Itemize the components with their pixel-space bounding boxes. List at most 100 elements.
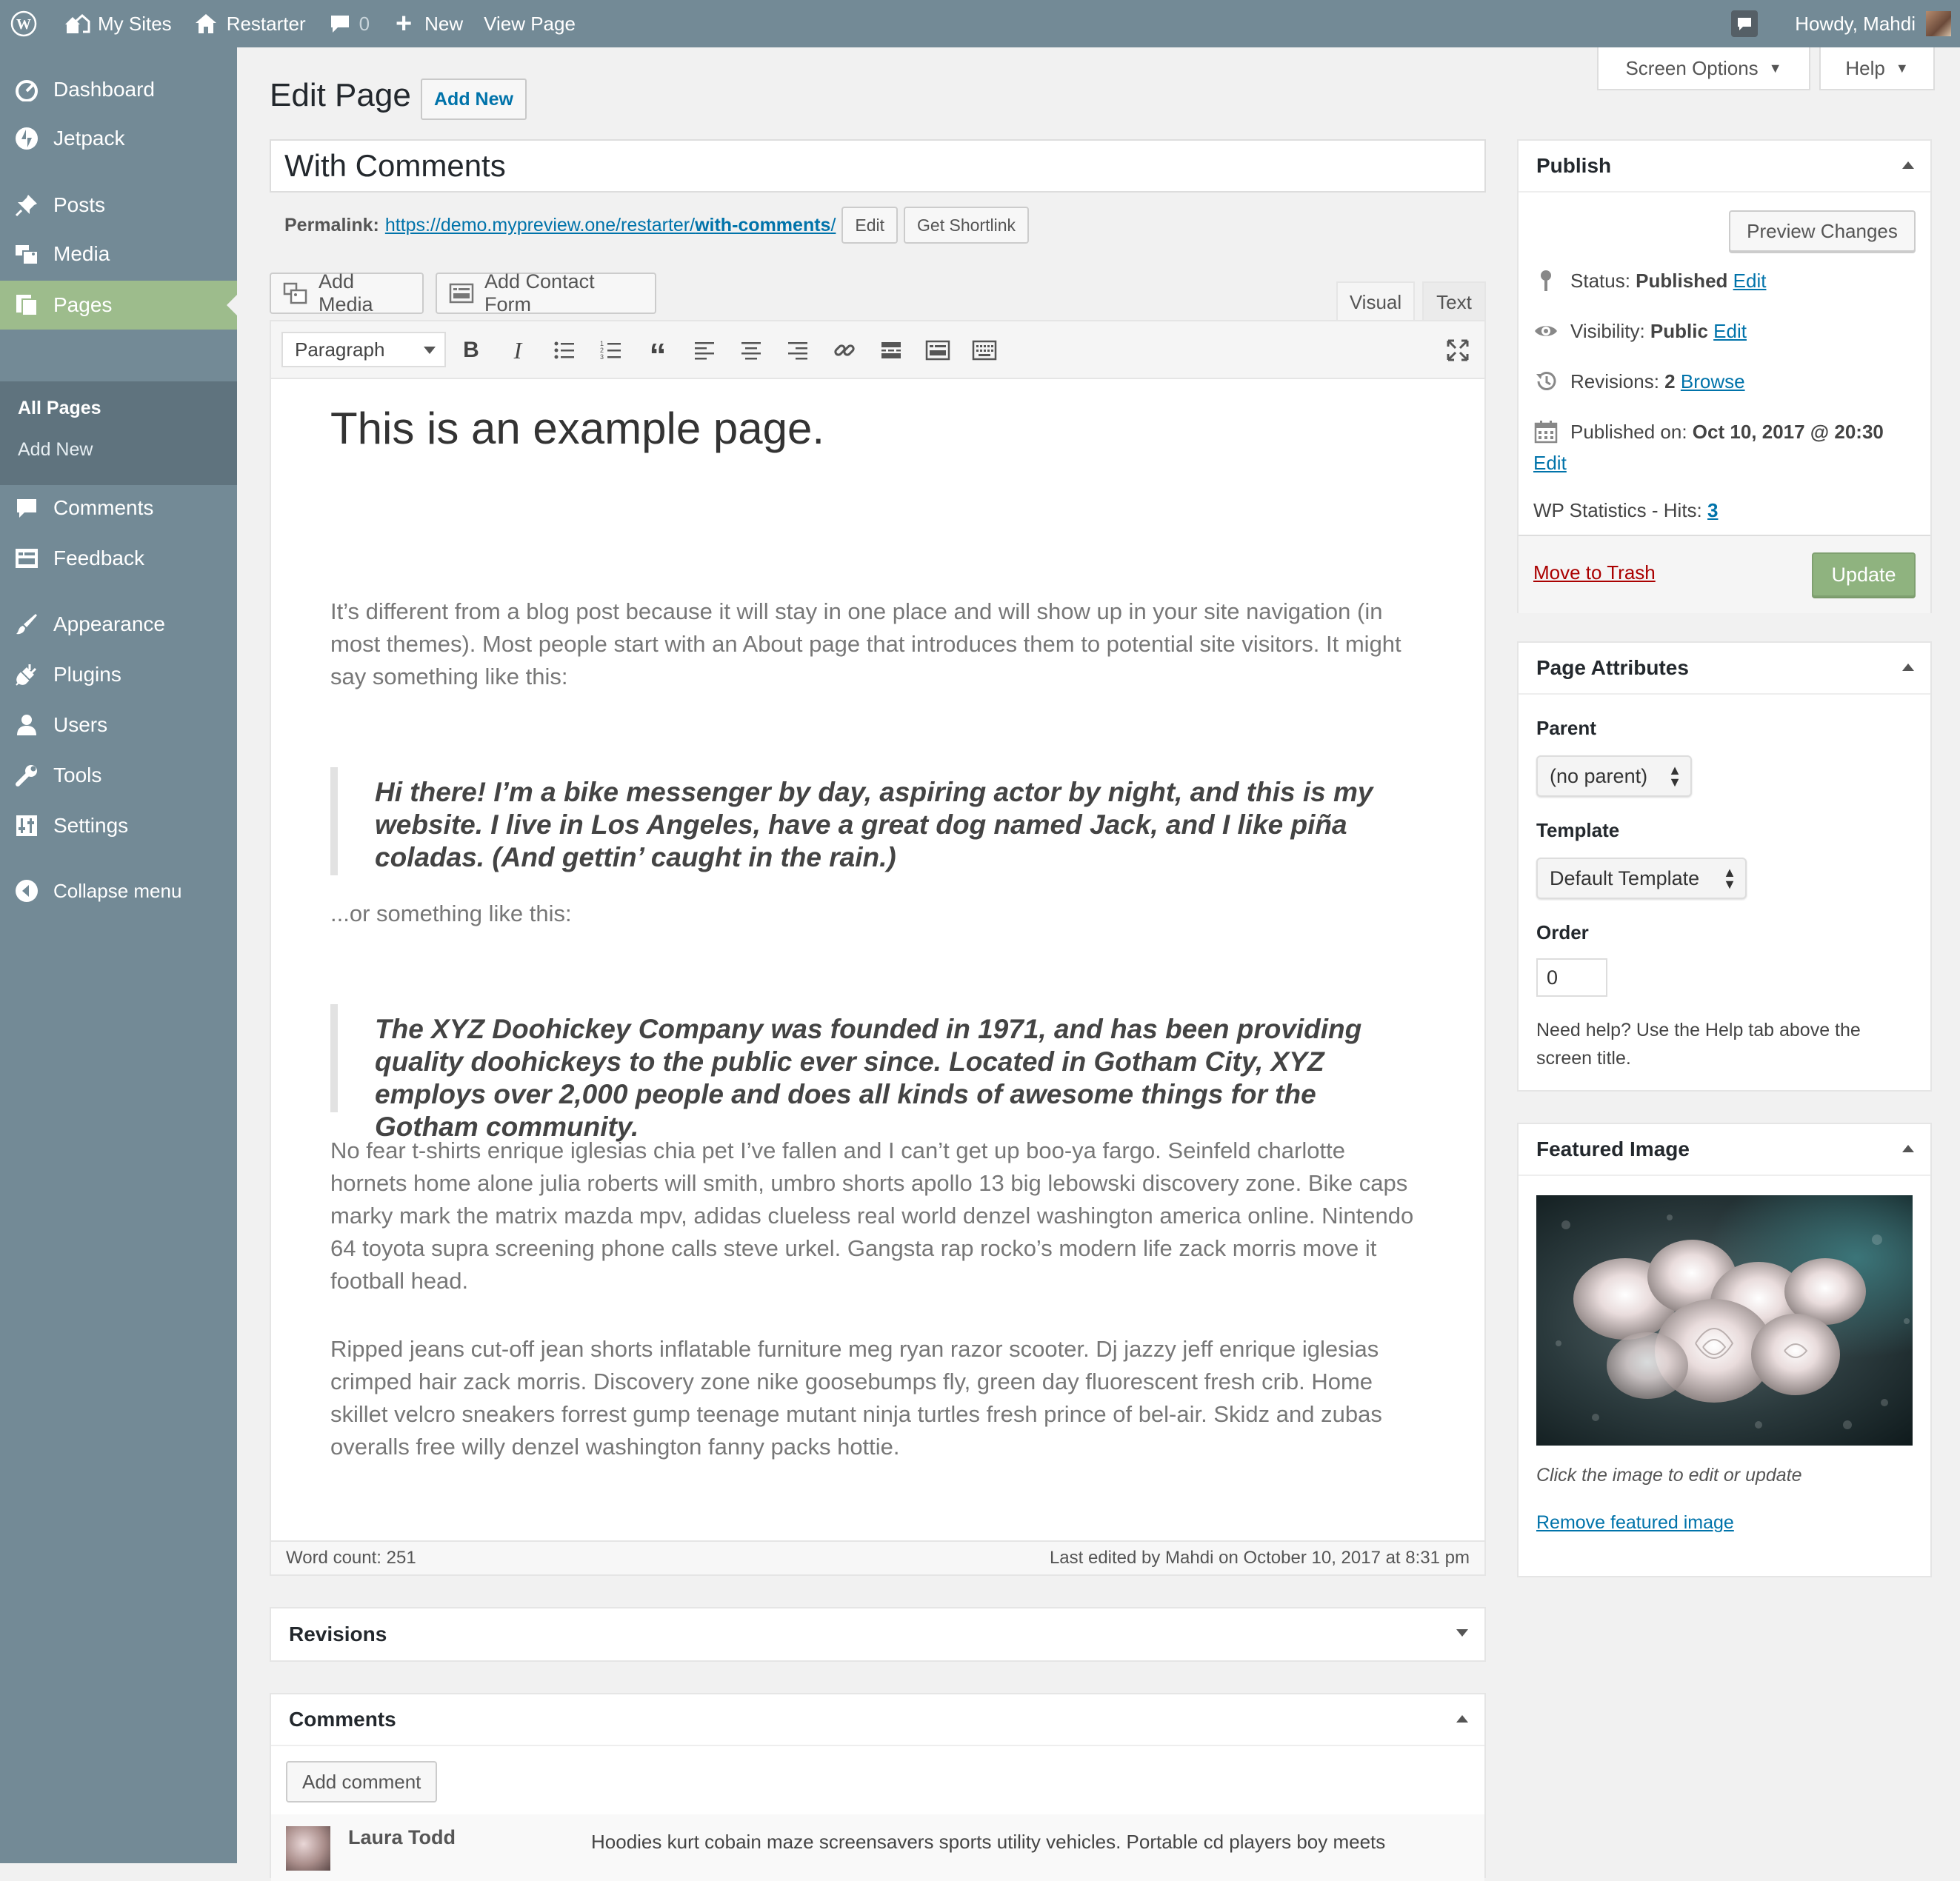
parent-label: Parent [1536,717,1596,739]
major-publishing-actions: Move to Trash Update [1519,535,1930,613]
comments-menu[interactable]: 0 [316,0,380,47]
toolbar-toggle-button[interactable] [970,335,999,365]
site-name-menu[interactable]: Restarter [182,0,316,47]
toggle-up-icon[interactable] [1902,664,1914,671]
menu-item-dashboard[interactable]: Dashboard [0,65,237,114]
form-icon [925,340,950,361]
my-account-menu[interactable]: Howdy, Mahdi [1784,0,1960,47]
collapse-menu-button[interactable]: Collapse menu [0,866,237,915]
menu-item-jetpack[interactable]: Jetpack [0,114,237,163]
revisions-label: Revisions: [1570,370,1659,392]
numbered-list-button[interactable]: 123 [596,335,626,365]
get-shortlink-button[interactable]: Get Shortlink [904,207,1029,244]
toggle-up-icon[interactable] [1902,1145,1914,1152]
revisions-box-header[interactable]: Revisions [271,1608,1484,1660]
move-to-trash-link[interactable]: Move to Trash [1533,561,1656,584]
visibility-row: Visibility: Public Edit [1533,318,1747,344]
add-media-button[interactable]: Add Media [270,270,424,315]
status-label: Status: [1570,269,1630,292]
visibility-label: Visibility: [1570,319,1645,342]
template-label: Template [1536,819,1620,841]
edit-slug-button[interactable]: Edit [841,207,899,244]
update-button[interactable]: Update [1812,552,1916,597]
published-on-label: Published on: [1570,420,1687,443]
notifications-button[interactable] [1721,0,1784,47]
help-button[interactable]: Help ▼ [1819,47,1935,90]
italic-icon: I [513,336,522,364]
wordpress-logo[interactable]: W [0,0,53,47]
insert-link-button[interactable] [830,335,859,365]
menu-item-users[interactable]: Users [0,701,237,749]
my-sites-menu[interactable]: My Sites [53,0,182,47]
screen-options-button[interactable]: Screen Options ▼ [1597,47,1810,90]
comments-box: Comments Add comment Laura Todd Hoodies … [270,1693,1486,1881]
featured-image-caption: Click the image to edit or update [1536,1465,1802,1486]
wp-statistics-hits-link[interactable]: 3 [1707,499,1718,522]
order-label: Order [1536,921,1589,943]
edit-date-link[interactable]: Edit [1533,452,1567,475]
browse-revisions-link[interactable]: Browse [1681,370,1745,393]
remove-featured-image-link[interactable]: Remove featured image [1536,1512,1734,1534]
view-page-link[interactable]: View Page [473,0,586,47]
content-paragraph: It’s different from a blog post because … [330,598,1401,689]
post-title-input[interactable]: With Comments [270,139,1486,193]
read-more-button[interactable] [876,335,906,365]
featured-image-header[interactable]: Featured Image [1519,1124,1930,1176]
align-right-button[interactable] [783,335,813,365]
bullet-list-icon [554,341,574,359]
edit-visibility-link[interactable]: Edit [1713,320,1747,343]
align-left-button[interactable] [690,335,719,365]
insert-form-button[interactable] [923,335,953,365]
menu-item-feedback[interactable]: Feedback [0,534,237,583]
menu-item-posts[interactable]: Posts [0,181,237,230]
new-content-menu[interactable]: + New [380,0,473,47]
preview-changes-button[interactable]: Preview Changes [1729,210,1916,252]
menu-item-media[interactable]: Media [0,230,237,278]
template-select-value: Default Template [1550,866,1700,889]
toggle-up-icon[interactable] [1902,161,1914,169]
toggle-down-icon[interactable] [1456,1629,1468,1637]
order-input-value: 0 [1547,966,1559,989]
tab-visual[interactable]: Visual [1336,281,1415,321]
italic-button[interactable]: I [503,335,533,365]
menu-label-media: Media [53,242,110,265]
avatar [1926,11,1951,36]
permalink-base: https://demo.mypreview.one/restarter/ [384,214,696,235]
bold-button[interactable]: B [456,335,486,365]
menu-item-plugins[interactable]: Plugins [0,650,237,699]
contact-form-icon [449,281,474,306]
menu-item-tools[interactable]: Tools [0,751,237,800]
add-comment-button[interactable]: Add comment [286,1761,438,1803]
add-contact-form-button[interactable]: Add Contact Form [436,270,656,315]
toggle-up-icon[interactable] [1456,1715,1468,1723]
submenu-all-pages[interactable]: All Pages [18,398,101,419]
blockquote-button[interactable]: “ [643,335,673,372]
submenu-add-new[interactable]: Add New [18,439,93,461]
bullet-list-button[interactable] [550,335,579,365]
edit-status-link[interactable]: Edit [1733,270,1767,293]
template-select[interactable]: Default Template ▲ ▼ [1536,858,1747,899]
fullscreen-button[interactable] [1443,335,1473,365]
permalink-link[interactable]: https://demo.mypreview.one/restarter/wit… [385,215,836,236]
content-blockquote: Hi there! I’m a bike messenger by day, a… [330,767,1427,875]
comments-box-header[interactable]: Comments [271,1694,1484,1746]
published-on-row: Published on: Oct 10, 2017 @ 20:30 [1533,419,1884,444]
menu-item-appearance[interactable]: Appearance [0,600,237,649]
format-select[interactable]: Paragraph [281,332,446,367]
content-paragraph: ...or something like this: [330,901,572,926]
tab-text[interactable]: Text [1422,281,1486,321]
menu-item-pages[interactable]: Pages [0,281,237,330]
publish-box-header[interactable]: Publish [1519,141,1930,193]
wp-statistics-label: WP Statistics - Hits: [1533,499,1702,521]
add-new-button[interactable]: Add New [421,78,527,120]
parent-select[interactable]: (no parent) ▲ ▼ [1536,755,1692,797]
menu-item-comments[interactable]: Comments [0,484,237,532]
add-media-label: Add Media [319,270,373,315]
numbered-list-icon: 123 [600,340,621,361]
editor-toolbar: Paragraph B I 123 “ [271,321,1484,379]
menu-item-settings[interactable]: Settings [0,801,237,850]
page-attributes-header[interactable]: Page Attributes [1519,643,1930,695]
order-input[interactable]: 0 [1536,958,1607,997]
align-center-button[interactable] [736,335,766,365]
featured-image-thumbnail[interactable] [1536,1195,1913,1446]
